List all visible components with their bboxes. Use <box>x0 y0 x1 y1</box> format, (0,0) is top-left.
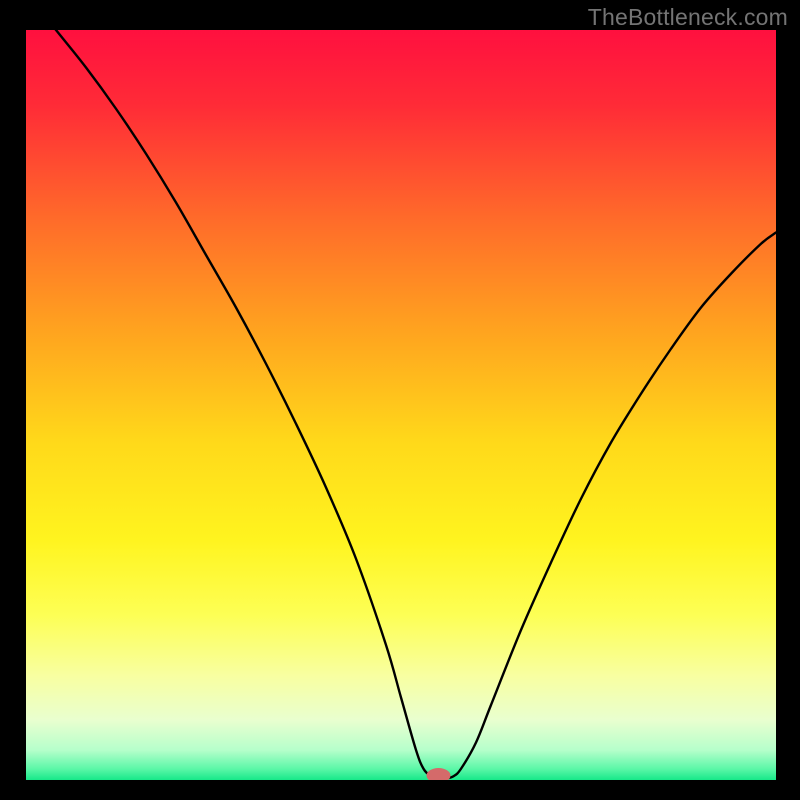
watermark-text: TheBottleneck.com <box>588 4 788 31</box>
chart-container: TheBottleneck.com <box>0 0 800 800</box>
plot-area <box>26 30 776 780</box>
plot-svg <box>26 30 776 780</box>
